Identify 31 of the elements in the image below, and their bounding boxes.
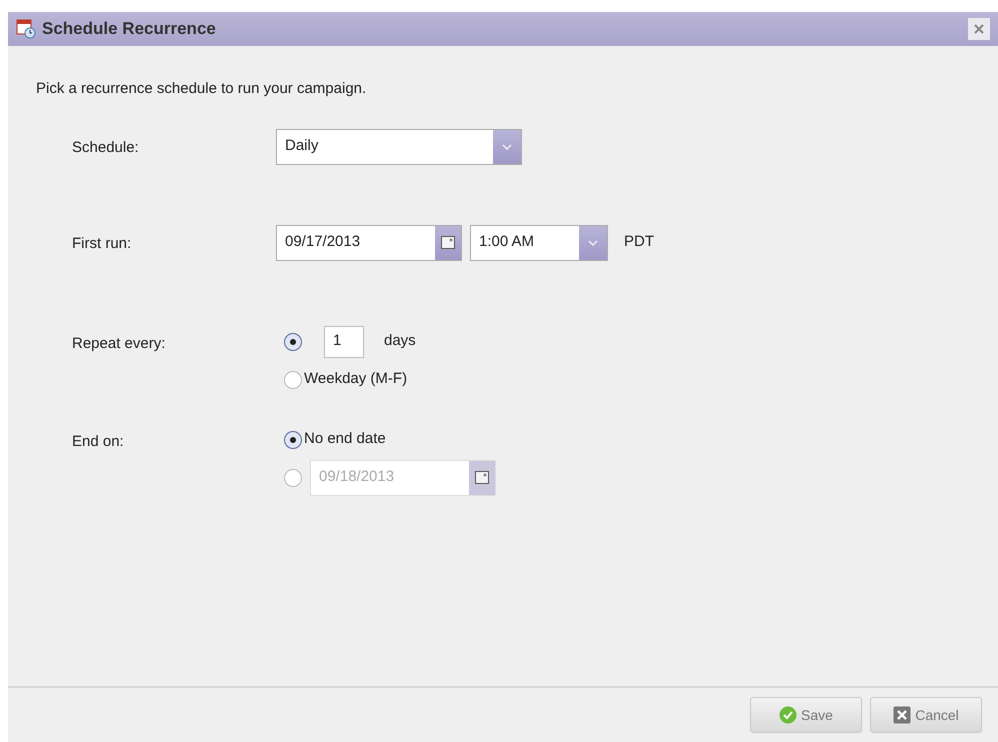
dropdown-button[interactable] xyxy=(579,226,607,260)
field-label: Repeat every: xyxy=(72,334,166,354)
calendar-clock-icon xyxy=(16,19,36,39)
schedule-dropdown[interactable]: Daily xyxy=(276,128,522,164)
chevron-down-icon xyxy=(502,144,512,150)
radio-button[interactable] xyxy=(284,332,302,350)
close-icon xyxy=(974,24,984,34)
unit-label: days xyxy=(384,331,416,352)
calendar-button[interactable] xyxy=(435,226,461,260)
date-field[interactable]: 09/17/2013 xyxy=(276,224,462,260)
instruction-text: Pick a recurrence schedule to run your campaign. xyxy=(36,79,368,99)
option-label[interactable]: Weekday (M-F) xyxy=(304,368,408,391)
dropdown-button[interactable] xyxy=(493,130,521,164)
calendar-icon xyxy=(441,236,455,249)
save-button[interactable]: Save xyxy=(750,697,862,733)
cancel-button[interactable]: Cancel xyxy=(870,697,982,733)
cancel-icon xyxy=(893,706,912,724)
option-label[interactable]: No end date xyxy=(304,428,386,451)
count-field[interactable]: 1 xyxy=(324,326,364,358)
window-title: Schedule Recurrence xyxy=(42,18,216,40)
check-icon xyxy=(779,706,798,724)
close-button[interactable] xyxy=(968,18,990,40)
field-label: End on: xyxy=(72,432,125,452)
field-label: First run: xyxy=(72,234,132,254)
field-label: Schedule: xyxy=(72,138,140,158)
radio-button[interactable] xyxy=(284,430,302,448)
chevron-down-icon xyxy=(588,240,598,246)
time-dropdown[interactable]: 1:00 AM xyxy=(470,224,608,260)
calendar-icon xyxy=(475,471,489,484)
timezone-label: PDT xyxy=(624,232,654,252)
radio-button[interactable] xyxy=(284,370,302,388)
